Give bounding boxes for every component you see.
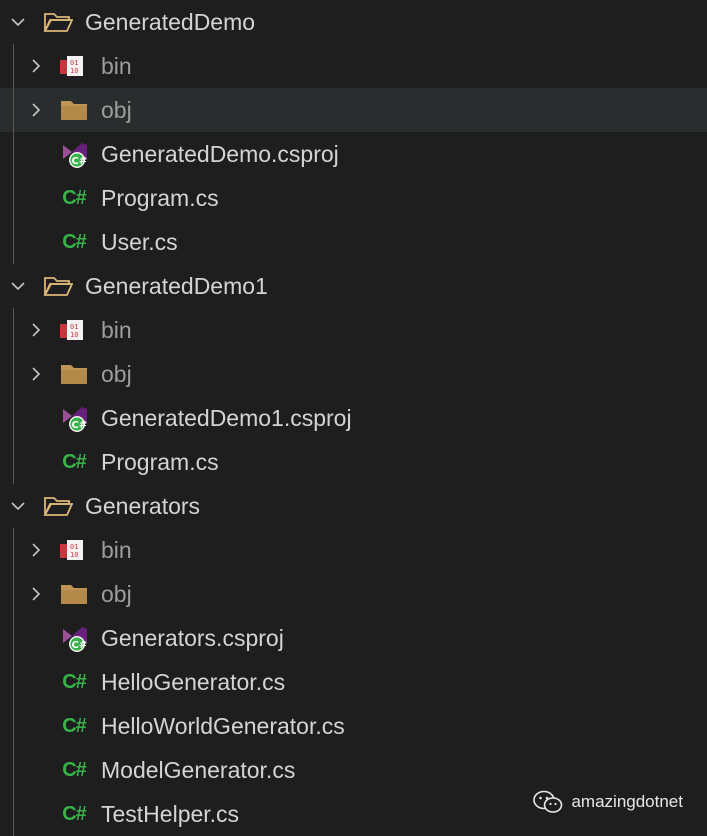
tree-item-project-2[interactable]: Generators: [0, 484, 707, 528]
csharp-icon: C#: [58, 668, 90, 696]
indent-guide: [13, 528, 14, 836]
watermark-text: amazingdotnet: [571, 792, 683, 812]
csproj-icon: C#: [59, 624, 91, 652]
item-label: bin: [101, 528, 132, 572]
tree-item-bin-folder[interactable]: 0110 bin: [0, 308, 707, 352]
item-label: GeneratedDemo.csproj: [101, 132, 339, 176]
csharp-icon: C#: [58, 712, 90, 740]
tree-item-folder[interactable]: obj: [0, 352, 707, 396]
binary-folder-icon: 0110: [58, 316, 86, 344]
svg-text:10: 10: [70, 331, 78, 339]
svg-text:C#: C#: [72, 156, 88, 167]
indent-guide: [13, 44, 14, 264]
item-label: bin: [101, 308, 132, 352]
wechat-icon: [533, 790, 563, 814]
folder-open-icon: [42, 492, 74, 520]
tree-item-csproj[interactable]: C# Generators.csproj: [0, 616, 707, 660]
folder-icon: [60, 96, 88, 124]
item-label: obj: [101, 572, 132, 616]
item-label: HelloWorldGenerator.cs: [101, 704, 345, 748]
chevron-down-icon[interactable]: [10, 14, 26, 30]
csharp-icon: C#: [58, 756, 90, 784]
tree-item-bin-folder[interactable]: 0110 bin: [0, 44, 707, 88]
item-label: Generators.csproj: [101, 616, 284, 660]
svg-text:01: 01: [70, 59, 78, 67]
csproj-icon: C#: [59, 140, 91, 168]
chevron-right-icon[interactable]: [28, 366, 44, 382]
chevron-right-icon[interactable]: [28, 322, 44, 338]
item-label: obj: [101, 88, 132, 132]
binary-folder-icon: 0110: [58, 536, 86, 564]
tree-item-cs[interactable]: C# Program.cs: [0, 176, 707, 220]
svg-text:01: 01: [70, 323, 78, 331]
chevron-right-icon[interactable]: [28, 586, 44, 602]
item-label: HelloGenerator.cs: [101, 660, 285, 704]
project-name: GeneratedDemo: [85, 0, 255, 44]
tree-item-cs[interactable]: C# Program.cs: [0, 440, 707, 484]
tree-item-project-1[interactable]: GeneratedDemo1: [0, 264, 707, 308]
item-label: ModelGenerator.cs: [101, 748, 295, 792]
csharp-icon: C#: [58, 448, 90, 476]
project-name: Generators: [85, 484, 200, 528]
item-label: Program.cs: [101, 440, 219, 484]
item-label: Program.cs: [101, 176, 219, 220]
csharp-icon: C#: [58, 184, 90, 212]
folder-open-icon: [42, 272, 74, 300]
indent-guide: [13, 308, 14, 484]
tree-item-cs[interactable]: C# ModelGenerator.cs: [0, 748, 707, 792]
item-label: obj: [101, 352, 132, 396]
tree-item-csproj[interactable]: C# GeneratedDemo1.csproj: [0, 396, 707, 440]
binary-folder-icon: 0110: [58, 52, 86, 80]
chevron-right-icon[interactable]: [28, 102, 44, 118]
item-label: bin: [101, 44, 132, 88]
svg-text:01: 01: [70, 543, 78, 551]
csproj-icon: C#: [59, 404, 91, 432]
chevron-down-icon[interactable]: [10, 278, 26, 294]
item-label: TestHelper.cs: [101, 792, 239, 836]
svg-text:C#: C#: [72, 420, 88, 431]
chevron-right-icon[interactable]: [28, 542, 44, 558]
tree-item-cs[interactable]: C# User.cs: [0, 220, 707, 264]
tree-item-folder[interactable]: obj: [0, 88, 707, 132]
tree-item-bin-folder[interactable]: 0110 bin: [0, 528, 707, 572]
svg-text:10: 10: [70, 67, 78, 75]
tree-item-project-0[interactable]: GeneratedDemo: [0, 0, 707, 44]
watermark: amazingdotnet: [533, 790, 683, 814]
folder-open-icon: [42, 8, 74, 36]
svg-text:10: 10: [70, 551, 78, 559]
folder-icon: [60, 580, 88, 608]
project-name: GeneratedDemo1: [85, 264, 268, 308]
svg-text:C#: C#: [72, 640, 88, 651]
tree-item-cs[interactable]: C# HelloWorldGenerator.cs: [0, 704, 707, 748]
csharp-icon: C#: [58, 800, 90, 828]
item-label: User.cs: [101, 220, 178, 264]
solution-explorer-tree: GeneratedDemo0110binobjC#GeneratedDemo.c…: [0, 0, 707, 834]
tree-item-cs[interactable]: C# HelloGenerator.cs: [0, 660, 707, 704]
tree-item-folder[interactable]: obj: [0, 572, 707, 616]
folder-icon: [60, 360, 88, 388]
item-label: GeneratedDemo1.csproj: [101, 396, 352, 440]
tree-item-csproj[interactable]: C# GeneratedDemo.csproj: [0, 132, 707, 176]
csharp-icon: C#: [58, 228, 90, 256]
chevron-down-icon[interactable]: [10, 498, 26, 514]
chevron-right-icon[interactable]: [28, 58, 44, 74]
